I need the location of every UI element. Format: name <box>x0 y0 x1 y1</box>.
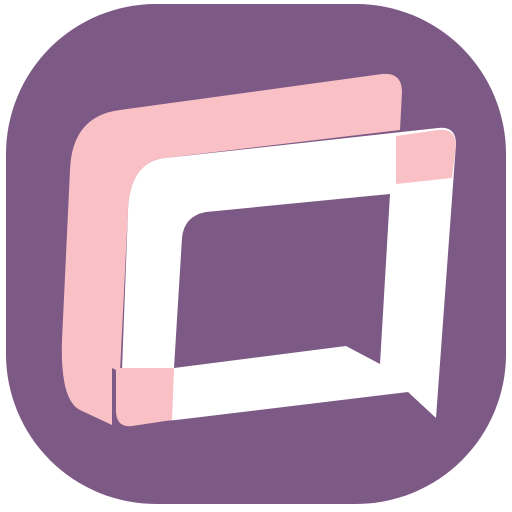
chat-bubble-app-icon[interactable] <box>0 0 512 512</box>
icon-canvas <box>0 0 512 512</box>
overlap-bottom-left <box>116 368 174 427</box>
overlap-top-right <box>396 129 456 184</box>
